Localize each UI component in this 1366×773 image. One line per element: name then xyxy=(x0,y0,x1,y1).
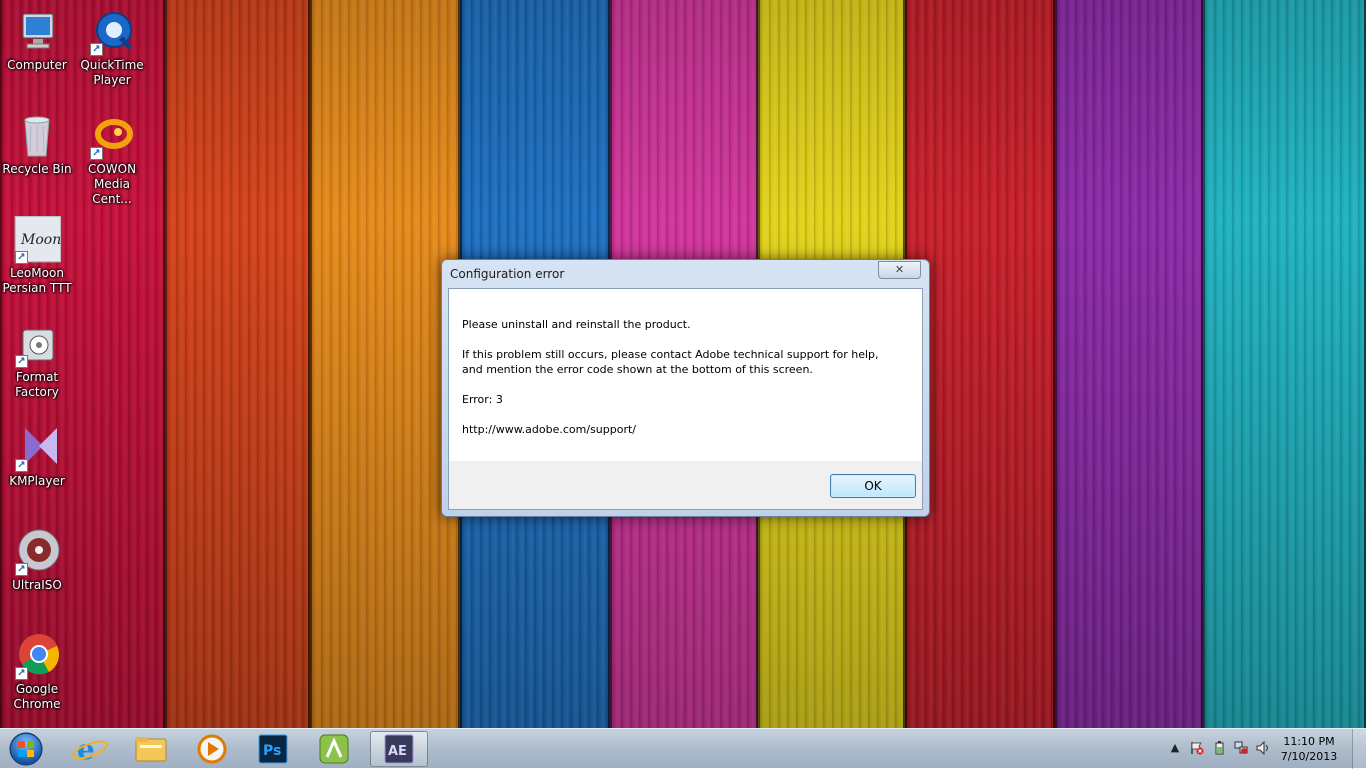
message-line-support: If this problem still occurs, please con… xyxy=(462,348,879,376)
message-line-url: http://www.adobe.com/support/ xyxy=(462,423,637,436)
dialog-message-area: Please uninstall and reinstall the produ… xyxy=(449,289,922,461)
shortcut-arrow-icon: ↗ xyxy=(15,563,28,576)
svg-text:e: e xyxy=(77,733,95,766)
desktop-icon-kmplayer[interactable]: ↗ KMPlayer xyxy=(0,424,74,489)
chrome-icon: ↗ xyxy=(13,632,61,680)
folder-icon xyxy=(135,737,167,762)
desktop-icon-label: Recycle Bin xyxy=(2,162,72,176)
dialog-title: Configuration error xyxy=(450,267,565,281)
recycle-bin-icon xyxy=(13,112,61,160)
clock-date: 7/10/2013 xyxy=(1280,750,1338,763)
shortcut-arrow-icon: ↗ xyxy=(15,667,28,680)
dialog-content: Please uninstall and reinstall the produ… xyxy=(448,288,923,510)
start-button[interactable] xyxy=(4,729,48,769)
desktop-icon-recycle-bin[interactable]: Recycle Bin xyxy=(0,112,74,177)
message-line-reinstall: Please uninstall and reinstall the produ… xyxy=(462,318,691,331)
desktop-icon-label: QuickTime Player xyxy=(80,58,144,87)
shortcut-arrow-icon: ↗ xyxy=(90,147,103,160)
taskbar-clock[interactable]: 11:10 PM 7/10/2013 xyxy=(1274,734,1344,764)
green-app-icon xyxy=(319,734,349,764)
clock-time: 11:10 PM xyxy=(1283,735,1335,748)
kmplayer-icon: ↗ xyxy=(13,424,61,472)
close-icon: ✕ xyxy=(894,263,905,276)
desktop-icon-label: LeoMoon Persian TTT xyxy=(2,266,72,295)
format-factory-icon: ↗ xyxy=(13,320,61,368)
desktop-icon-label: UltraISO xyxy=(12,578,62,592)
svg-text:Ps: Ps xyxy=(263,743,281,759)
desktop-icon-label: Format Factory xyxy=(15,370,59,399)
after-effects-icon: AE xyxy=(384,734,414,764)
media-player-icon xyxy=(197,734,227,764)
desktop-icon-computer[interactable]: Computer xyxy=(0,8,74,73)
shortcut-arrow-icon: ↗ xyxy=(15,459,28,472)
taskbar-item-after-effects[interactable]: AE xyxy=(370,731,428,767)
svg-text:Moon: Moon xyxy=(20,232,61,248)
ultraiso-icon: ↗ xyxy=(13,528,61,576)
shortcut-arrow-icon: ↗ xyxy=(15,355,28,368)
desktop-icon-chrome[interactable]: ↗ Google Chrome xyxy=(0,632,74,712)
ok-button[interactable]: OK xyxy=(830,474,916,498)
shortcut-arrow-icon: ↗ xyxy=(90,43,103,56)
taskbar-item-windows-explorer[interactable] xyxy=(124,731,178,767)
configuration-error-dialog: Configuration error ✕ Please uninstall a… xyxy=(441,259,930,517)
desktop-icon-format-factory[interactable]: ↗ Format Factory xyxy=(0,320,74,400)
taskbar-item-internet-explorer[interactable]: e xyxy=(63,731,117,767)
taskbar-item-photoshop[interactable]: Ps xyxy=(246,731,300,767)
leomoon-icon: Moon ↗ xyxy=(13,215,62,264)
desktop-icon-label: COWON Media Cent... xyxy=(87,162,137,206)
cowon-icon: ↗ xyxy=(88,112,136,160)
desktop-icon-label: Computer xyxy=(7,58,67,72)
taskbar-item-green-app[interactable] xyxy=(307,731,361,767)
desktop-icon-label: Google Chrome xyxy=(13,682,61,711)
show-hidden-icons-icon[interactable]: ▲ xyxy=(1168,741,1182,755)
desktop-icon-leomoon[interactable]: Moon ↗ LeoMoon Persian TTT xyxy=(0,215,74,296)
desktop-icon-ultraiso[interactable]: ↗ UltraISO xyxy=(0,528,74,593)
battery-icon[interactable] xyxy=(1212,741,1226,755)
message-line-error-code: Error: 3 xyxy=(462,393,503,406)
ie-icon: e xyxy=(71,733,109,766)
taskbar: e Ps AE ▲ 11:10 PM 7/10/2013 xyxy=(0,728,1366,769)
network-icon[interactable] xyxy=(1234,741,1248,755)
photoshop-icon: Ps xyxy=(258,734,288,764)
computer-icon xyxy=(13,8,61,56)
desktop-icon-label: KMPlayer xyxy=(9,474,65,488)
volume-icon[interactable] xyxy=(1256,740,1270,756)
taskbar-item-media-player[interactable] xyxy=(185,731,239,767)
svg-text:AE: AE xyxy=(388,744,407,759)
show-desktop-button[interactable] xyxy=(1352,729,1366,769)
system-tray: ▲ 11:10 PM 7/10/2013 xyxy=(1146,729,1366,769)
shortcut-arrow-icon: ↗ xyxy=(15,251,28,264)
dialog-close-button[interactable]: ✕ xyxy=(878,261,921,279)
desktop-icon-cowon[interactable]: ↗ COWON Media Cent... xyxy=(75,112,149,207)
windows-orb-icon xyxy=(9,732,43,766)
action-center-icon[interactable] xyxy=(1190,741,1204,755)
quicktime-icon: ↗ xyxy=(88,8,136,56)
desktop-icon-quicktime[interactable]: ↗ QuickTime Player xyxy=(75,8,149,88)
